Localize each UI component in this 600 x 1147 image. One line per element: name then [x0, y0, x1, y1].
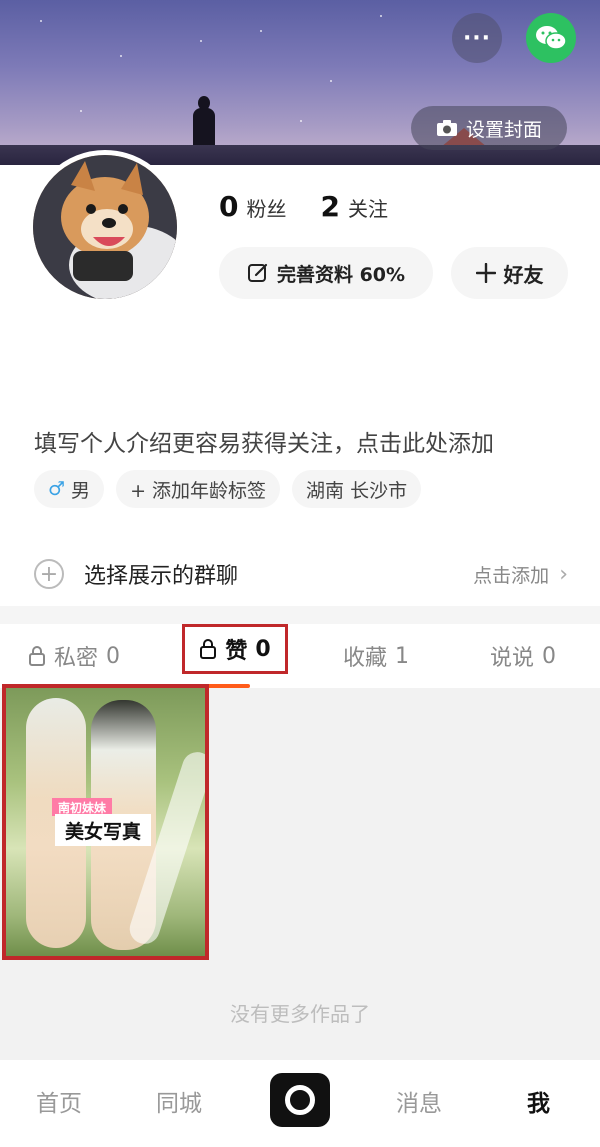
group-chat-row[interactable]: + 选择展示的群聊 点击添加 ›: [34, 552, 568, 596]
cover-star: [260, 30, 262, 32]
profile-stats: 0 粉丝 2 关注: [219, 190, 388, 223]
cover-star: [300, 120, 302, 122]
bottom-nav: 首页 同城 消息 我: [0, 1060, 600, 1147]
tab-moments-count: 0: [542, 643, 557, 669]
plus-circle-icon: +: [34, 559, 64, 589]
followers-count: 0: [219, 190, 239, 223]
set-cover-button[interactable]: 设置封面: [411, 106, 567, 150]
followers-label: 粉丝: [246, 197, 287, 221]
tab-favorites-label: 收藏: [343, 646, 388, 671]
chevron-right-icon: ›: [559, 561, 568, 587]
wechat-button[interactable]: [526, 13, 576, 63]
intro-placeholder[interactable]: 填写个人介绍更容易获得关注，点击此处添加: [34, 424, 494, 458]
age-tag-label: + 添加年龄标签: [130, 479, 267, 502]
cover-star: [380, 15, 382, 17]
record-icon: [285, 1085, 315, 1115]
dog-avatar-image: [33, 155, 177, 299]
nav-city[interactable]: 同城: [156, 1084, 202, 1118]
gender-label: 男: [71, 479, 91, 502]
male-icon: ♂: [48, 478, 66, 500]
add-friend-button[interactable]: 好友: [451, 247, 568, 299]
gender-tag[interactable]: ♂ 男: [34, 470, 105, 508]
followers-stat[interactable]: 0 粉丝: [219, 190, 286, 223]
card-title: 美女写真: [55, 814, 152, 846]
tab-private-label: 私密: [54, 646, 99, 671]
tab-moments-label: 说说: [490, 646, 535, 671]
profile-tags: ♂ 男 + 添加年龄标签 湖南 长沙市: [34, 470, 422, 508]
more-options-button[interactable]: ···: [452, 13, 502, 63]
cover-star: [330, 80, 332, 82]
tab-likes[interactable]: 赞 0: [182, 624, 288, 674]
wechat-icon: [536, 26, 567, 50]
group-chat-label: 选择展示的群聊: [84, 564, 239, 589]
plus-icon: [475, 263, 496, 283]
tab-favorites[interactable]: 收藏 1: [343, 628, 409, 684]
lock-icon: [29, 646, 45, 666]
end-of-list-text: 没有更多作品了: [230, 1002, 370, 1026]
tab-moments[interactable]: 说说 0: [490, 628, 556, 684]
more-icon: ···: [462, 25, 492, 51]
add-age-tag[interactable]: + 添加年龄标签: [116, 470, 281, 508]
nav-home[interactable]: 首页: [36, 1084, 82, 1118]
location-label: 湖南 长沙市: [306, 479, 408, 502]
tab-private-count: 0: [106, 643, 121, 669]
shoot-button[interactable]: [270, 1073, 330, 1127]
group-chat-action: 点击添加: [473, 564, 550, 587]
tab-favorites-count: 1: [395, 643, 410, 669]
tab-likes-label: 赞: [225, 639, 248, 664]
cover-star: [200, 40, 202, 42]
lock-icon: [200, 639, 217, 659]
section-divider: [0, 606, 600, 624]
edit-icon: [247, 263, 268, 282]
set-cover-label: 设置封面: [465, 118, 542, 141]
cover-star: [120, 55, 122, 57]
content-tabs: 私密 0 赞 0 收藏 1 说说 0: [0, 624, 600, 684]
location-tag[interactable]: 湖南 长沙市: [292, 470, 422, 508]
nav-messages[interactable]: 消息: [396, 1084, 442, 1118]
following-label: 关注: [347, 197, 388, 221]
tab-private[interactable]: 私密 0: [28, 628, 120, 684]
following-stat[interactable]: 2 关注: [320, 190, 387, 223]
tab-likes-count: 0: [255, 636, 271, 662]
edit-profile-button[interactable]: 完善资料 60%: [219, 247, 433, 299]
nav-me[interactable]: 我: [527, 1084, 550, 1118]
cover-star: [40, 20, 42, 22]
camera-icon: [436, 120, 457, 136]
following-count: 2: [320, 190, 340, 223]
cover-star: [80, 110, 82, 112]
avatar[interactable]: [28, 150, 182, 304]
edit-profile-label: 完善资料 60%: [276, 263, 406, 286]
add-friend-label: 好友: [503, 262, 544, 287]
